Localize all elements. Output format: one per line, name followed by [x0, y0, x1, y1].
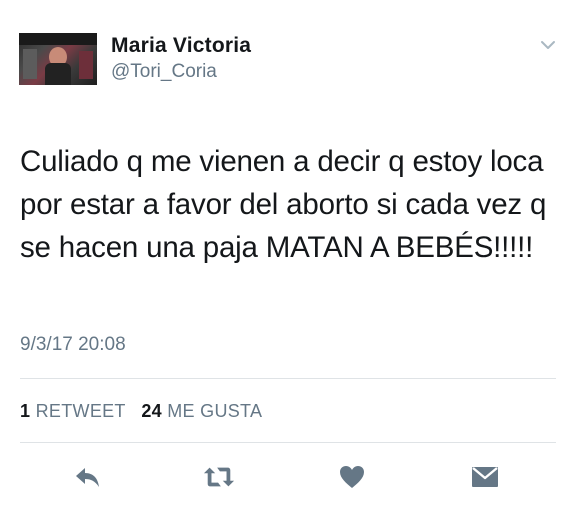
reply-icon — [76, 468, 99, 487]
retweet-label[interactable]: RETWEET — [36, 401, 126, 421]
chevron-down-icon[interactable] — [539, 38, 557, 52]
like-count[interactable]: 24 — [141, 401, 162, 421]
divider — [20, 442, 556, 443]
direct-message-icon — [472, 467, 498, 487]
retweet-count[interactable]: 1 — [20, 401, 30, 421]
avatar[interactable] — [19, 33, 97, 85]
tweet-timestamp[interactable]: 9/3/17 20:08 — [20, 334, 126, 356]
retweet-icon — [203, 467, 235, 487]
direct-message-button[interactable] — [469, 462, 501, 492]
tweet-detail: Maria Victoria @Tori_Coria Culiado q me … — [0, 0, 575, 518]
like-label[interactable]: ME GUSTA — [167, 401, 262, 421]
author-name[interactable]: Maria Victoria — [111, 34, 251, 58]
retweet-button[interactable] — [203, 462, 235, 492]
reply-button[interactable] — [72, 462, 104, 492]
heart-icon — [340, 466, 364, 488]
author-handle[interactable]: @Tori_Coria — [111, 61, 217, 83]
tweet-text: Culiado q me vienen a decir q estoy loca… — [20, 145, 547, 264]
divider — [20, 378, 556, 379]
tweet-stats: 1 RETWEET 24 ME GUSTA — [20, 401, 262, 422]
like-button[interactable] — [336, 462, 368, 492]
